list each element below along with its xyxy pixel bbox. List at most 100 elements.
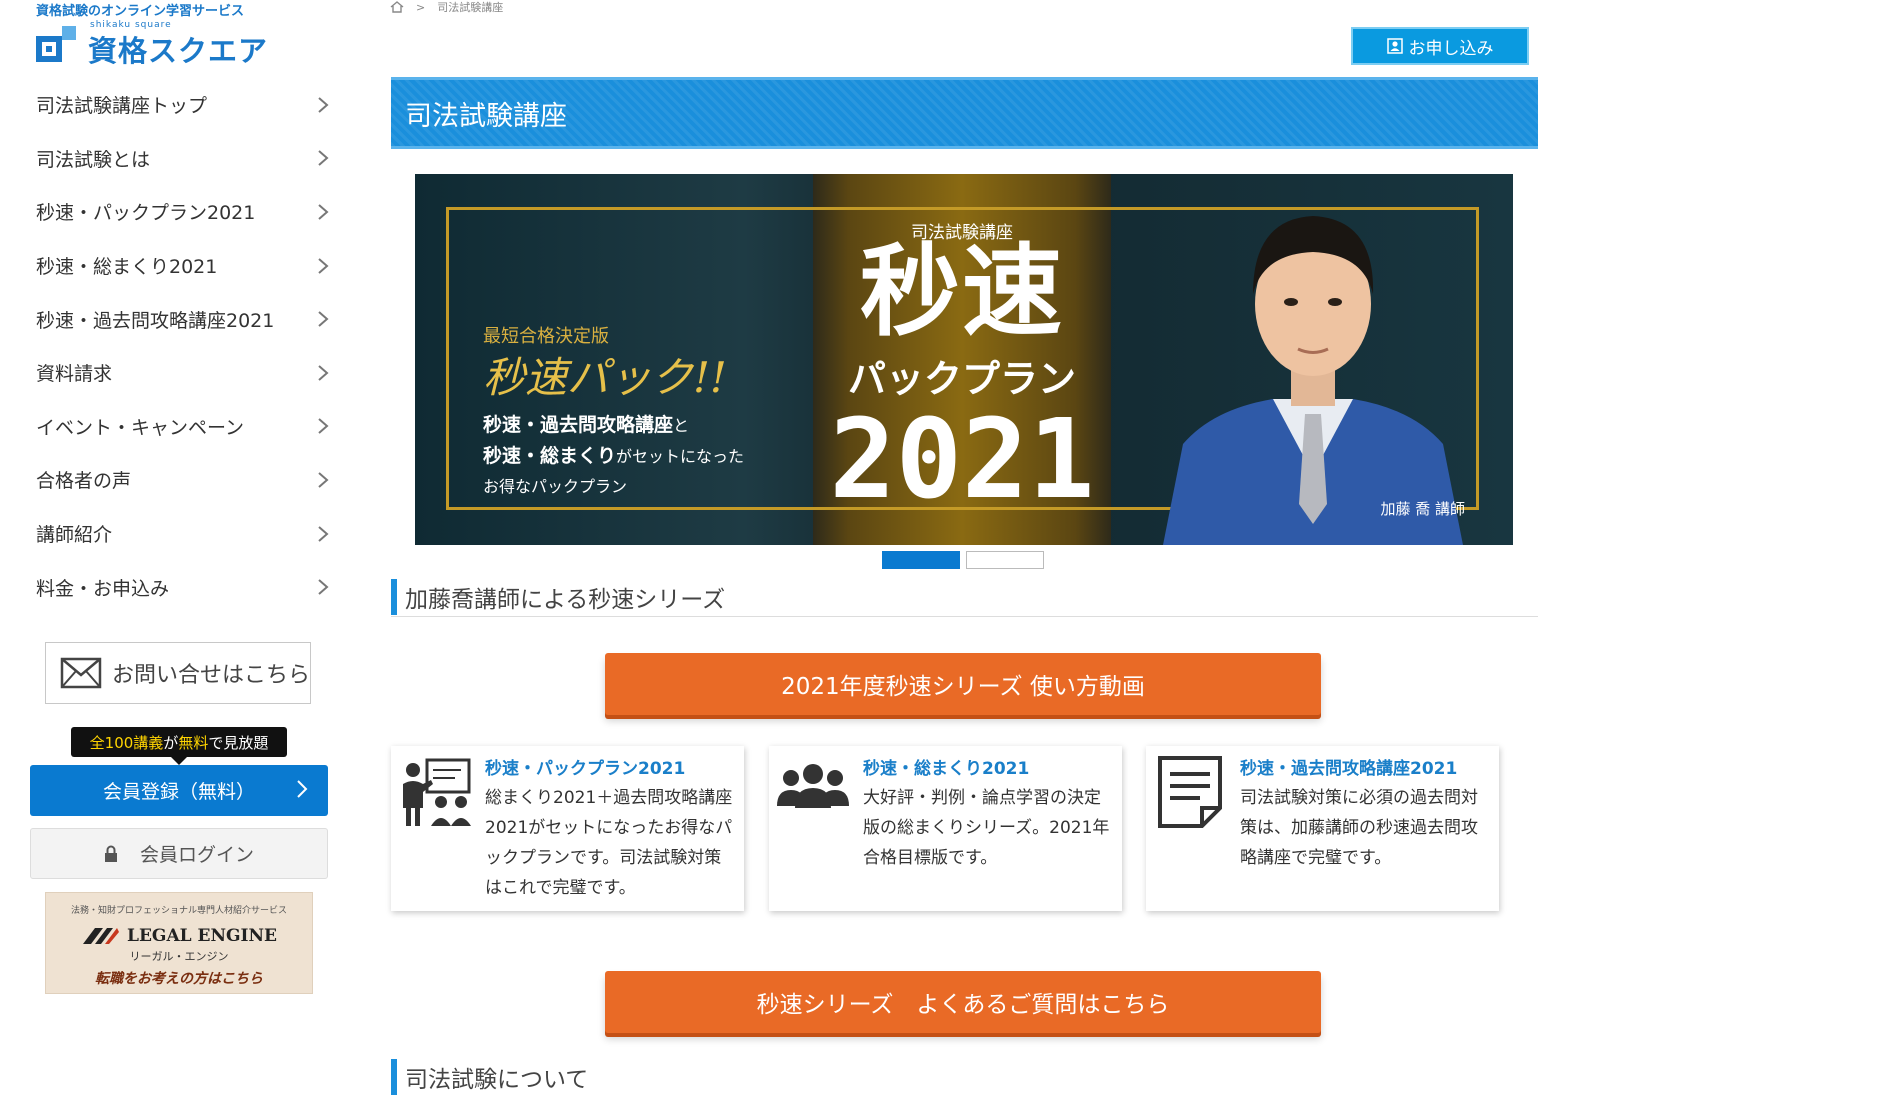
login-label: 会員ログイン bbox=[139, 844, 254, 866]
legal-engine-tagline: 法務・知財プロフェッショナル専門人材紹介サービス bbox=[70, 906, 287, 916]
teacher-board-icon bbox=[403, 758, 471, 826]
sidebar-item-label: 司法試験講座トップ bbox=[36, 95, 208, 118]
sidebar-item-pricing[interactable]: 料金・お申込み bbox=[36, 560, 336, 614]
banner-desc-3: お得なパックプラン bbox=[483, 477, 628, 496]
course-card-somakuri[interactable]: 秒速・総まくり2021 大好評・判例・論点学習の決定版の総まくりシリーズ。202… bbox=[769, 746, 1122, 911]
banner-desc-2a: 秒速・総まくり bbox=[483, 445, 617, 467]
logo-mark-icon bbox=[36, 26, 76, 62]
sidebar-item-instructors[interactable]: 講師紹介 bbox=[36, 507, 336, 561]
banner-left-desc: 秒速・過去問攻略講座と 秒速・総まくりがセットになった お得なパックプラン bbox=[483, 410, 744, 502]
login-button[interactable]: 会員ログイン bbox=[30, 828, 328, 879]
slider-dots bbox=[882, 551, 1044, 569]
sidebar-item-label: 秒速・過去問攻略講座2021 bbox=[36, 309, 275, 332]
logo-tagline: 資格試験のオンライン学習サービス bbox=[36, 4, 245, 19]
banner-desc-1b: と bbox=[673, 416, 690, 435]
lock-icon bbox=[104, 845, 117, 862]
sidebar-item-label: 秒速・パックプラン2021 bbox=[36, 202, 256, 225]
free-tip-rest: で見放題 bbox=[208, 733, 269, 752]
course-card-desc: 総まくり2021＋過去問攻略講座2021がセットになったお得なパックプランです。… bbox=[485, 788, 733, 898]
chevron-right-icon bbox=[310, 574, 336, 600]
faq-button[interactable]: 秒速シリーズ よくあるご質問はこちら bbox=[605, 971, 1321, 1033]
register-button[interactable]: 会員登録（無料） bbox=[30, 765, 328, 816]
sidebar-item-label: 司法試験とは bbox=[36, 148, 151, 171]
chevron-right-icon bbox=[310, 360, 336, 386]
sidebar-item-label: 料金・お申込み bbox=[36, 577, 170, 600]
chevron-right-icon bbox=[310, 253, 336, 279]
course-card-title[interactable]: 秒速・パックプラン2021 bbox=[485, 754, 734, 779]
chevron-right-icon bbox=[310, 92, 336, 118]
slider-dot[interactable] bbox=[966, 551, 1044, 569]
page-title: 司法試験講座 bbox=[405, 100, 567, 132]
chevron-right-icon bbox=[310, 145, 336, 171]
sidebar-nav: 司法試験講座トップ 司法試験とは 秒速・パックプラン2021 秒速・総まくり20… bbox=[36, 78, 336, 614]
course-card-title[interactable]: 秒速・過去問攻略講座2021 bbox=[1240, 754, 1489, 779]
course-card-packplan[interactable]: 秒速・パックプラン2021 総まくり2021＋過去問攻略講座2021がセットにな… bbox=[391, 746, 744, 911]
slider-dot-active[interactable] bbox=[882, 551, 960, 569]
legal-engine-kana: リーガル・エンジン bbox=[129, 950, 229, 963]
contact-button[interactable]: お問い合せはこちら bbox=[45, 642, 311, 704]
breadcrumb-separator: > bbox=[416, 0, 426, 14]
faq-label: 秒速シリーズ よくあるご質問はこちら bbox=[756, 992, 1170, 1018]
how-to-video-label: 2021年度秒速シリーズ 使い方動画 bbox=[781, 674, 1145, 700]
chevron-right-icon bbox=[310, 521, 336, 547]
user-card-icon bbox=[1386, 38, 1403, 54]
breadcrumb-current: 司法試験講座 bbox=[437, 1, 504, 14]
apply-button[interactable]: お申し込み bbox=[1351, 27, 1529, 65]
sidebar-item-events[interactable]: イベント・キャンペーン bbox=[36, 400, 336, 454]
free-tip-count: 全100講義 bbox=[89, 733, 164, 752]
group-people-icon bbox=[777, 764, 849, 808]
section-accent-bar bbox=[391, 579, 397, 615]
chevron-right-icon bbox=[310, 413, 336, 439]
banner-desc-1a: 秒速・過去問攻略講座 bbox=[483, 414, 674, 436]
sidebar-item-label: 資料請求 bbox=[36, 363, 113, 386]
legal-engine-logo-icon bbox=[83, 928, 120, 944]
chevron-right-icon bbox=[310, 199, 336, 225]
section-heading-about: 司法試験について bbox=[391, 1058, 1538, 1096]
sidebar-item-label: イベント・キャンペーン bbox=[36, 416, 245, 439]
mail-icon bbox=[60, 657, 102, 689]
free-lectures-tooltip: 全100講義が無料 で見放題 bbox=[71, 727, 287, 765]
chevron-right-icon bbox=[310, 306, 336, 332]
how-to-video-button[interactable]: 2021年度秒速シリーズ 使い方動画 bbox=[605, 653, 1321, 715]
chevron-right-icon bbox=[310, 467, 336, 493]
course-card-desc: 司法試験対策に必須の過去問対策は、加藤講師の秒速過去問攻略講座で完璧です。 bbox=[1240, 788, 1478, 868]
legal-engine-brand: LEGAL ENGINE bbox=[46, 924, 312, 948]
hero-banner[interactable]: 司法試験講座 秒速 パックプラン 2021 最短合格決定版 秒速パック!! 秒速… bbox=[415, 174, 1513, 545]
site-logo[interactable]: 資格試験のオンライン学習サービス shikaku square 資格スクエア bbox=[36, 0, 269, 70]
sidebar-item-somakuri[interactable]: 秒速・総まくり2021 bbox=[36, 239, 336, 293]
apply-label: お申し込み bbox=[1408, 38, 1494, 59]
course-card-title[interactable]: 秒速・総まくり2021 bbox=[863, 754, 1112, 779]
legal-engine-brand-name: LEGAL ENGINE bbox=[127, 926, 277, 946]
breadcrumb: > 司法試験講座 bbox=[390, 0, 503, 14]
section-accent-bar bbox=[391, 1059, 397, 1095]
section-title: 司法試験について bbox=[405, 1067, 589, 1093]
sidebar-item-label: 合格者の声 bbox=[36, 470, 132, 493]
page-title-bar: 司法試験講座 bbox=[391, 77, 1538, 149]
legal-engine-banner[interactable]: 法務・知財プロフェッショナル専門人材紹介サービス LEGAL ENGINE リー… bbox=[45, 892, 313, 994]
free-tip-free: 無料 bbox=[178, 733, 209, 752]
register-label: 会員登録（無料） bbox=[102, 781, 255, 803]
banner-left-big: 秒速パック!! bbox=[483, 353, 727, 402]
instructor-photo bbox=[1163, 216, 1463, 545]
legal-engine-cta: 転職をお考えの方はこちら bbox=[95, 971, 263, 987]
sidebar-item-top[interactable]: 司法試験講座トップ bbox=[36, 78, 336, 132]
chevron-right-icon bbox=[296, 778, 308, 805]
banner-desc-2b: がセットになった bbox=[616, 447, 745, 466]
sidebar-item-about[interactable]: 司法試験とは bbox=[36, 132, 336, 186]
course-card-desc: 大好評・判例・論点学習の決定版の総まくりシリーズ。2021年合格目標版です。 bbox=[863, 788, 1110, 868]
section-title: 加藤喬講師による秒速シリーズ bbox=[405, 587, 726, 613]
course-card-kakomon[interactable]: 秒速・過去問攻略講座2021 司法試験対策に必須の過去問対策は、加藤講師の秒速過… bbox=[1146, 746, 1499, 911]
banner-caption: 加藤 喬 講師 bbox=[1380, 500, 1465, 518]
free-tip-mid: が bbox=[163, 733, 179, 752]
sidebar-item-label: 秒速・総まくり2021 bbox=[36, 256, 218, 279]
contact-label: お問い合せはこちら bbox=[111, 663, 310, 688]
section-heading-series: 加藤喬講師による秒速シリーズ bbox=[391, 578, 1538, 617]
sidebar-item-materials[interactable]: 資料請求 bbox=[36, 346, 336, 400]
sidebar-item-packplan[interactable]: 秒速・パックプラン2021 bbox=[36, 185, 336, 239]
sidebar-item-voices[interactable]: 合格者の声 bbox=[36, 453, 336, 507]
document-icon bbox=[1158, 756, 1222, 828]
home-icon[interactable] bbox=[390, 1, 404, 13]
logo-name: 資格スクエア bbox=[88, 34, 269, 68]
sidebar-item-label: 講師紹介 bbox=[36, 524, 113, 547]
sidebar-item-kakomon[interactable]: 秒速・過去問攻略講座2021 bbox=[36, 292, 336, 346]
